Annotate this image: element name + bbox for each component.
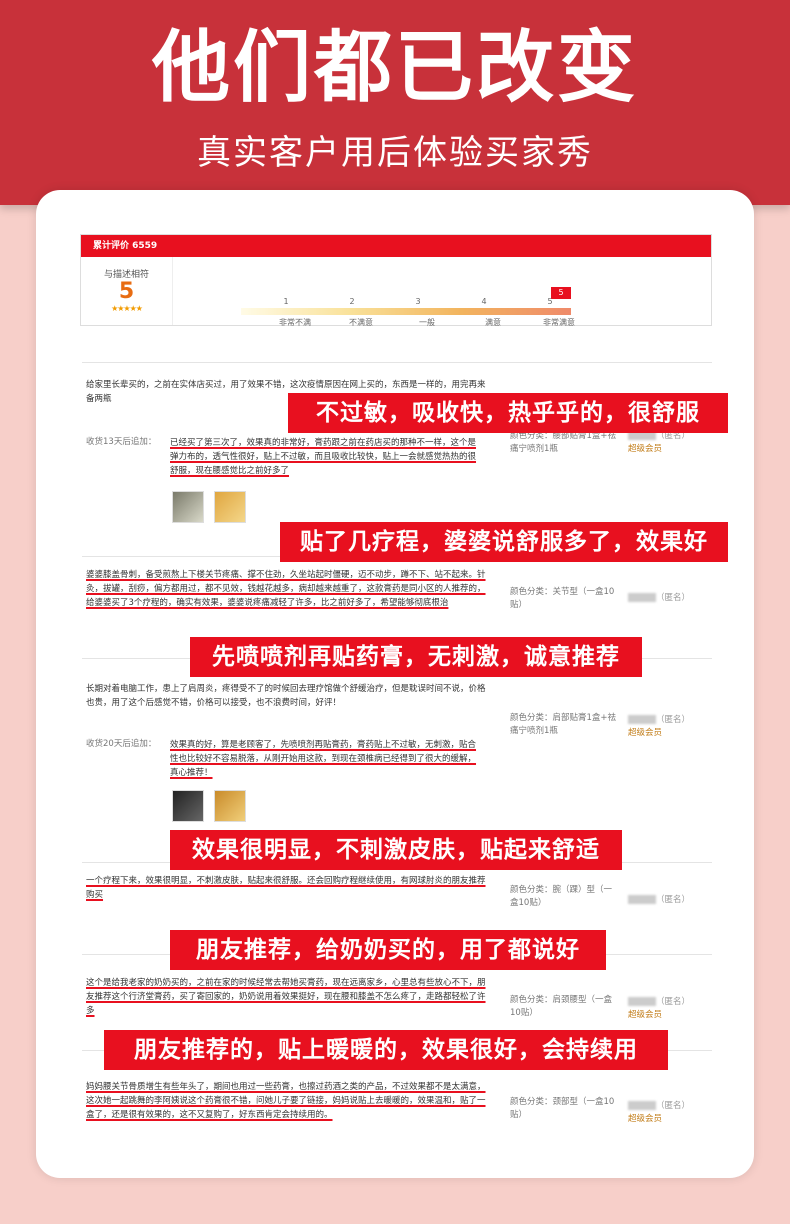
scale-number: 2	[349, 297, 355, 306]
page-subtitle: 真实客户用后体验买家秀	[197, 133, 593, 173]
vip-badge: 超级会员	[628, 1114, 663, 1124]
sku-info: 颜色分类：腕（踝）型（一盒10贴）	[510, 885, 613, 908]
reviewer-name: （匿名）	[656, 1101, 691, 1111]
reviewer: （匿名） 超级会员	[628, 430, 708, 456]
sku-info: 颜色分类：腰部贴膏1盒+祛痛宁喷剂1瓶	[510, 431, 617, 454]
review-photo[interactable]	[214, 491, 246, 523]
review-photo[interactable]	[172, 790, 204, 822]
sku-info: 颜色分类：肩颈腰型（一盒10贴）	[510, 995, 613, 1018]
rating-scale-bar	[241, 308, 571, 315]
divider	[82, 362, 712, 363]
sku-info: 颜色分类：关节型（一盒10贴）	[510, 587, 615, 610]
sku-info: 颜色分类：颈部型（一盒10贴）	[510, 1097, 615, 1120]
review-photo[interactable]	[214, 790, 246, 822]
scale-word: 一般	[419, 318, 435, 327]
star-rating: ★★★★★	[111, 304, 143, 313]
match-score: 5	[118, 279, 135, 304]
avatar	[628, 997, 656, 1006]
scale-word: 非常满意	[543, 318, 575, 327]
avatar	[628, 1101, 656, 1110]
followup-label: 收货13天后追加：	[86, 437, 157, 447]
reviewer: （匿名） 超级会员	[628, 1100, 708, 1126]
reviewer: （匿名） 超级会员	[628, 996, 708, 1022]
review-text: 婆婆膝盖骨刺，备受煎熬上下楼关节疼痛、撑不住劲，久坐站起时僵硬，迈不动步，蹲不下…	[86, 570, 486, 608]
reviewer: （匿名） 超级会员	[628, 714, 708, 740]
followup-text: 已经买了第三次了，效果真的非常好，膏药跟之前在药店买的那种不一样，这个是弹力布的…	[170, 438, 477, 476]
followup-text: 效果真的好，算是老顾客了，先喷喷剂再贴膏药，膏药贴上不过敏，无刺激，贴合性也比较…	[170, 740, 477, 778]
total-reviews: 累计评价 6559	[81, 235, 711, 257]
review-text: 一个疗程下来，效果很明显，不刺激皮肤，贴起来很舒服。还会回购疗程继续使用，有网球…	[86, 876, 486, 900]
highlight-banner: 朋友推荐的，贴上暖暖的，效果很好，会持续用	[104, 1030, 668, 1070]
highlight-banner: 效果很明显，不刺激皮肤，贴起来舒适	[170, 830, 622, 870]
scale-word: 满意	[485, 318, 501, 327]
scale-word: 非常不满	[279, 318, 311, 327]
reviewer: （匿名）	[628, 592, 708, 605]
avatar	[628, 593, 656, 602]
highlight-banner: 贴了几疗程，婆婆说舒服多了，效果好	[280, 522, 728, 562]
review-text: 妈妈腰关节骨质增生有些年头了，期间也用过一些药膏，也擦过药酒之类的产品，不过效果…	[86, 1082, 486, 1120]
vip-badge: 超级会员	[628, 728, 663, 738]
review-text: 长期对着电脑工作，患上了肩周炎，疼得受不了的时候回去理疗馆做个舒缓治疗，但是耽误…	[86, 684, 486, 708]
reviewer-name: （匿名）	[656, 593, 691, 603]
scale-number: 4	[481, 297, 487, 306]
match-score-box: 与描述相符 5 ★★★★★	[81, 257, 173, 325]
vip-badge: 超级会员	[628, 1010, 663, 1020]
rating-summary: 累计评价 6559 与描述相符 5 ★★★★★ 5 1 2 3 4 5 非常不满…	[80, 234, 712, 327]
followup-label: 收货20天后追加：	[86, 739, 157, 749]
sku-info: 颜色分类：肩部贴膏1盒+祛痛宁喷剂1瓶	[510, 713, 617, 736]
highlight-banner: 朋友推荐，给奶奶买的，用了都说好	[170, 930, 606, 970]
scale-number: 1	[283, 297, 289, 306]
page-title: 他们都已改变	[151, 23, 638, 113]
scale-number: 3	[415, 297, 421, 306]
hero-banner: 他们都已改变 真实客户用后体验买家秀	[0, 0, 790, 205]
reviewer: （匿名）	[628, 894, 708, 907]
highlight-banner: 先喷喷剂再贴药膏，无刺激，诚意推荐	[190, 637, 642, 677]
reviewer-name: （匿名）	[656, 715, 691, 725]
vip-badge: 超级会员	[628, 444, 663, 454]
reviewer-name: （匿名）	[656, 997, 691, 1007]
avatar	[628, 895, 656, 904]
highlight-banner: 不过敏，吸收快，热乎乎的，很舒服	[288, 393, 728, 433]
scale-word: 不满意	[349, 318, 373, 327]
review-text: 这个是给我老家的奶奶买的，之前在家的时候经常去帮她买膏药，现在远离家乡，心里总有…	[86, 978, 486, 1016]
avatar	[628, 715, 656, 724]
review-photo[interactable]	[172, 491, 204, 523]
reviewer-name: （匿名）	[656, 895, 691, 905]
scale-number: 5	[547, 297, 553, 306]
